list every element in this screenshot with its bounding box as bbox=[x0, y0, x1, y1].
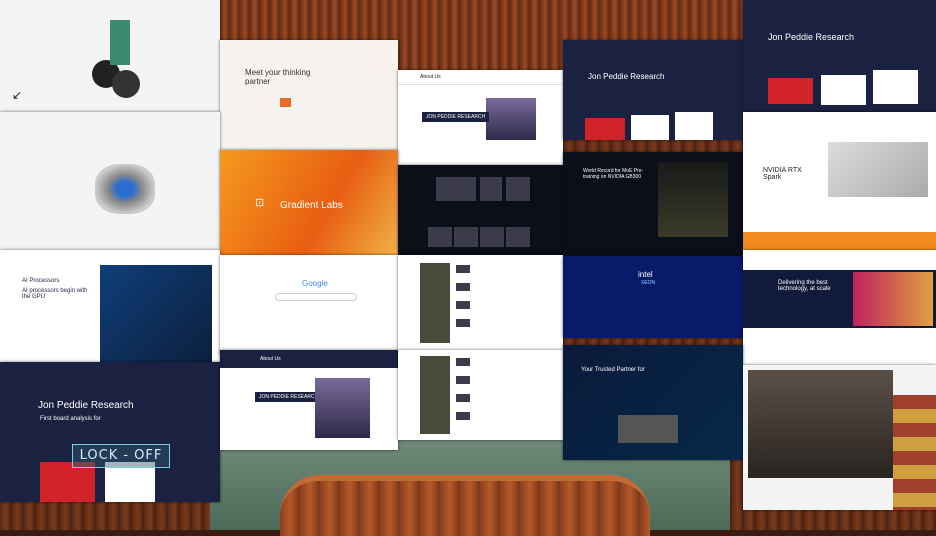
page-header: About Us bbox=[420, 74, 441, 80]
panel-trusted-partner[interactable]: Your Trusted Partner for bbox=[563, 345, 743, 460]
panel-jpr-about-2[interactable]: About Us JON PEDDIE RESEARCH bbox=[220, 350, 398, 450]
panel-intel-xeon[interactable]: intel XEON bbox=[563, 256, 743, 338]
lock-toggle-button[interactable]: LOCK - OFF bbox=[72, 444, 170, 468]
panel-title: Gradient Labs bbox=[280, 200, 343, 211]
panel-title: Your Trusted Partner for bbox=[581, 367, 645, 373]
panel-jpr-about[interactable]: About Us JON PEDDIE RESEARCH bbox=[398, 70, 563, 165]
panel-title: JON PEDDIE RESEARCH bbox=[255, 392, 323, 402]
panel-title: Jon Peddie Research bbox=[768, 32, 855, 42]
bench bbox=[280, 475, 650, 536]
axis-icon: ↙ bbox=[12, 88, 23, 102]
intel-logo: intel bbox=[638, 270, 653, 279]
panel-gradient-labs[interactable]: ⊡ Gradient Labs bbox=[220, 150, 398, 255]
panel-video-list-2[interactable] bbox=[398, 350, 563, 440]
panel-meet-partner[interactable]: Meet your thinking partner bbox=[220, 40, 398, 152]
landing-gear-image bbox=[92, 20, 147, 100]
panel-mlperf[interactable]: World Record for MoE Pre-training on NVI… bbox=[563, 152, 743, 256]
panel-title: World Record for MoE Pre-training on NVI… bbox=[583, 168, 644, 180]
panel-subtitle: AI processors begin with the GPU bbox=[22, 288, 88, 300]
panel-title: Jon Peddie Research bbox=[38, 400, 134, 411]
panel-jpr-home[interactable]: Jon Peddie Research bbox=[563, 40, 743, 140]
cta-button[interactable] bbox=[280, 98, 292, 107]
panel-news-grid[interactable] bbox=[398, 165, 563, 255]
panel-title: NVIDIA RTX Spark bbox=[763, 167, 802, 181]
gradient-logo-icon: ⊡ bbox=[255, 197, 265, 209]
panel-google[interactable]: Google bbox=[220, 255, 398, 355]
panel-jpr-bottom[interactable]: Jon Peddie Research First board analysis… bbox=[0, 362, 220, 502]
engine-image bbox=[95, 164, 155, 214]
panel-video-player[interactable] bbox=[743, 365, 936, 510]
page-header: About Us bbox=[260, 356, 281, 362]
panel-video-list[interactable] bbox=[398, 255, 563, 350]
google-logo: Google bbox=[302, 279, 328, 288]
panel-cad-engine[interactable] bbox=[0, 112, 220, 250]
panel-title: Delivering the best technology, at scale bbox=[778, 280, 831, 292]
panel-title: Jon Peddie Research bbox=[588, 72, 665, 81]
panel-title: JON PEDDIE RESEARCH bbox=[422, 112, 490, 122]
video-frame[interactable] bbox=[748, 370, 893, 478]
panel-subtitle: First board analysis for bbox=[40, 416, 101, 422]
panel-rtx-spark[interactable]: NVIDIA RTX Spark bbox=[743, 112, 936, 250]
search-input[interactable] bbox=[275, 293, 357, 301]
xeon-label: XEON bbox=[641, 280, 656, 286]
panel-title: AI Processors bbox=[22, 278, 60, 284]
panel-title: Meet your thinking partner bbox=[245, 68, 311, 86]
panel-jpr-home-2[interactable]: Jon Peddie Research bbox=[743, 0, 936, 112]
